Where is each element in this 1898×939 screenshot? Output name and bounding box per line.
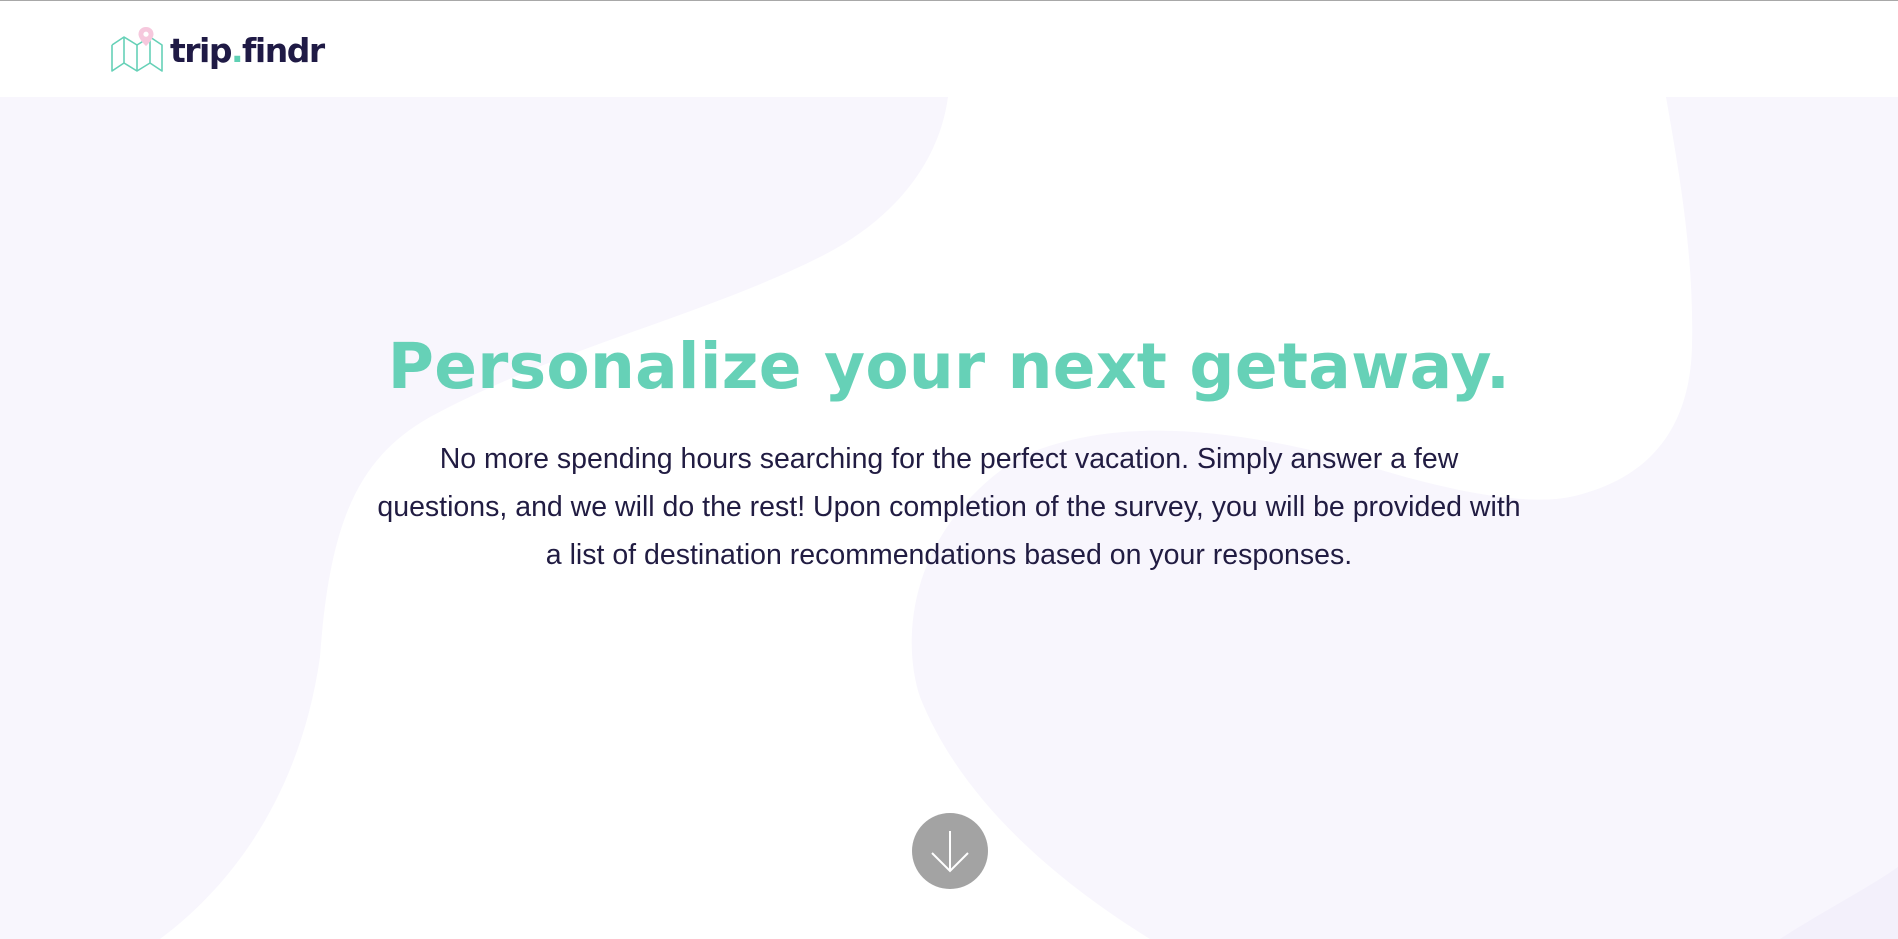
hero-intro-text: No more spending hours searching for the… — [377, 443, 1521, 571]
logo-text: trip.findr — [170, 30, 325, 70]
hero-headline: Personalize your next getaway. — [387, 330, 1511, 403]
scroll-down-button[interactable] — [912, 813, 988, 889]
logo-link[interactable]: trip.findr — [110, 25, 325, 75]
top-rule — [0, 0, 1898, 1]
logo-text-dot: . — [230, 30, 244, 70]
hero-section: Personalize your next getaway. No more s… — [0, 97, 1898, 939]
site-header: trip.findr — [0, 1, 1898, 97]
arrow-down-icon — [931, 831, 969, 873]
logo-text-main: trip — [170, 30, 232, 70]
logo-text-tail: findr — [242, 30, 325, 70]
map-pin-icon — [111, 27, 163, 72]
page: trip.findr Personalize your next getaway… — [0, 0, 1898, 939]
